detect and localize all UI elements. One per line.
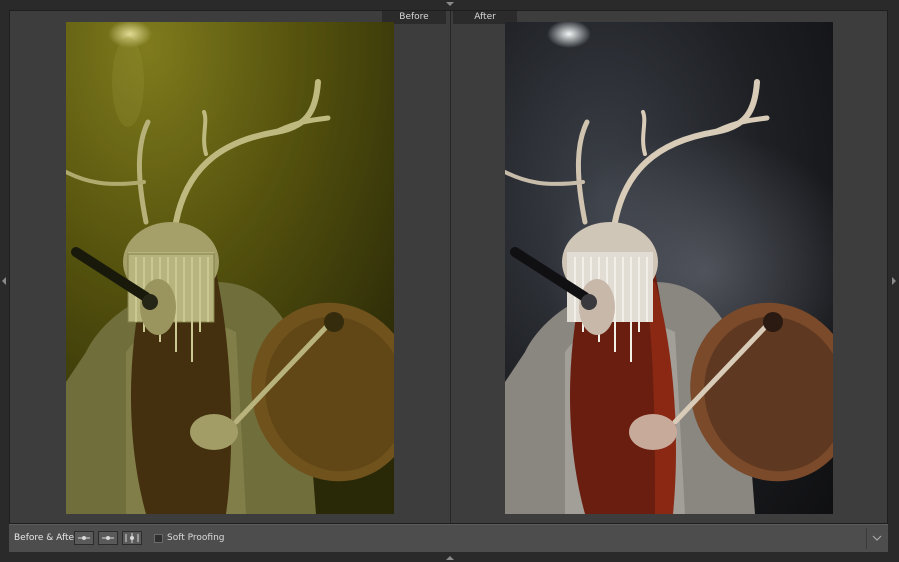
- before-pane: Before: [10, 11, 450, 523]
- swap-before-after-icon: [102, 536, 114, 540]
- soft-proofing-label: Soft Proofing: [167, 533, 225, 543]
- chevron-down-icon[interactable]: [871, 533, 883, 543]
- left-right-view-icon: [78, 536, 90, 540]
- top-bottom-view-icon: [125, 533, 139, 543]
- before-after-toolbar: Before & After : Soft Proofing: [9, 524, 888, 552]
- top-bottom-view-button[interactable]: [122, 531, 142, 545]
- toolbar-separator: [866, 528, 867, 549]
- arrow-up-icon[interactable]: [446, 556, 454, 560]
- after-pane: After: [451, 11, 887, 523]
- soft-proofing-checkbox[interactable]: [154, 534, 163, 543]
- arrow-down-icon[interactable]: [446, 2, 454, 6]
- arrow-left-icon[interactable]: [2, 277, 6, 285]
- before-photo[interactable]: [66, 22, 394, 514]
- arrow-right-icon[interactable]: [892, 277, 896, 285]
- after-photo[interactable]: [505, 22, 833, 514]
- compare-view: Before After: [9, 10, 888, 524]
- swap-before-after-button[interactable]: [98, 531, 118, 545]
- left-right-view-button[interactable]: [74, 531, 94, 545]
